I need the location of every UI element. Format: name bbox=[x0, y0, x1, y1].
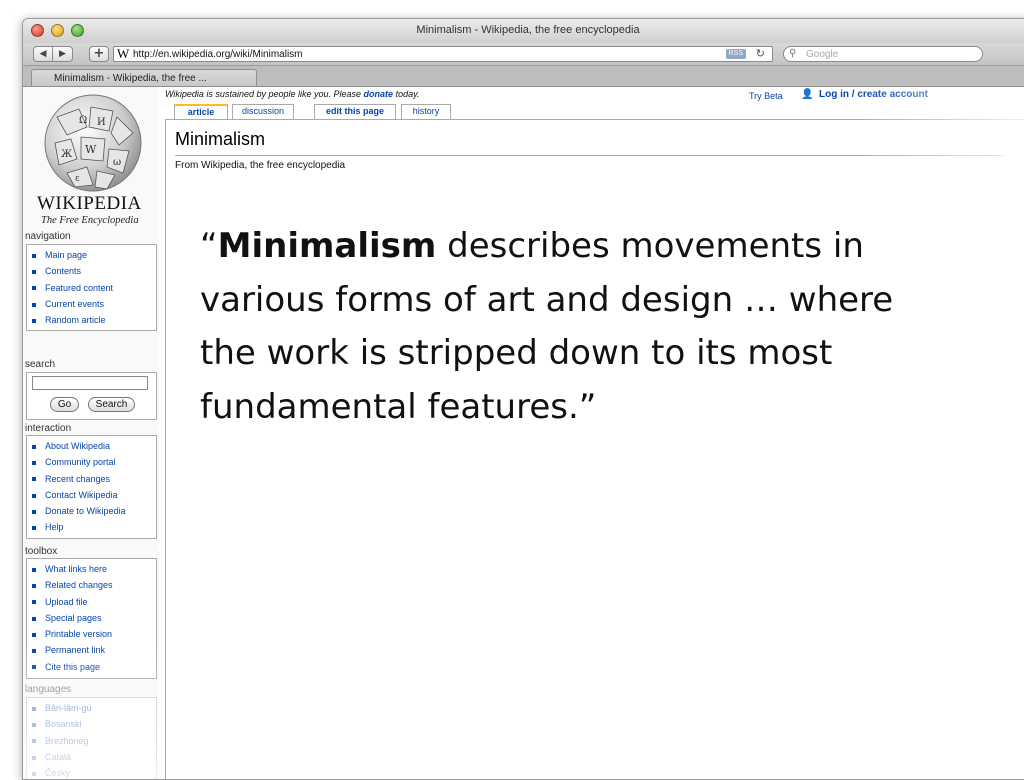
definition-quote: “Minimalism describes movements in vario… bbox=[200, 220, 920, 434]
svg-text:Ж: Ж bbox=[61, 149, 73, 160]
wiki-search-input[interactable] bbox=[32, 376, 148, 390]
language-link[interactable]: Bân-lâm-gú bbox=[32, 700, 156, 716]
community-portal-link[interactable]: Community portal bbox=[32, 454, 156, 470]
tab-history[interactable]: history bbox=[401, 104, 451, 119]
svg-text:ε: ε bbox=[75, 174, 80, 184]
language-link[interactable]: Bosanski bbox=[32, 716, 156, 732]
tab-edit-this-page[interactable]: edit this page bbox=[314, 104, 396, 119]
navigation-portlet: Main page Contents Featured content Curr… bbox=[26, 244, 157, 331]
nav-featured-content-link[interactable]: Featured content bbox=[32, 280, 156, 296]
tab-strip: Minimalism - Wikipedia, the free ... bbox=[23, 66, 1024, 87]
page-title: Minimalism bbox=[175, 129, 265, 149]
cite-this-page-link[interactable]: Cite this page bbox=[32, 659, 156, 675]
svg-text:Ω: Ω bbox=[79, 115, 87, 126]
navigation-heading: navigation bbox=[25, 231, 71, 242]
donation-notice: Wikipedia is sustained by people like yo… bbox=[165, 89, 419, 99]
page-subtitle: From Wikipedia, the free encyclopedia bbox=[175, 160, 346, 171]
contact-wikipedia-link[interactable]: Contact Wikipedia bbox=[32, 487, 156, 503]
title-divider bbox=[175, 155, 1003, 156]
forward-button[interactable]: ▶ bbox=[53, 46, 73, 62]
nav-random-article-link[interactable]: Random article bbox=[32, 312, 156, 328]
donation-notice-suffix: today. bbox=[393, 89, 420, 99]
language-link[interactable]: Brezhoneg bbox=[32, 733, 156, 749]
wikipedia-motto: The Free Encyclopedia bbox=[41, 215, 139, 226]
nav-main-page-link[interactable]: Main page bbox=[32, 247, 156, 263]
language-link[interactable]: Català bbox=[32, 749, 156, 765]
help-link[interactable]: Help bbox=[32, 519, 156, 535]
wikipedia-favicon-icon: W bbox=[117, 46, 130, 61]
url-text: http://en.wikipedia.org/wiki/Minimalism bbox=[133, 49, 303, 60]
go-button[interactable]: Go bbox=[50, 397, 79, 412]
svg-text:И: И bbox=[97, 117, 106, 128]
upload-file-link[interactable]: Upload file bbox=[32, 594, 156, 610]
nav-current-events-link[interactable]: Current events bbox=[32, 296, 156, 312]
browser-toolbar: ◀ ▶ + W http://en.wikipedia.org/wiki/Min… bbox=[23, 43, 1024, 66]
recent-changes-link[interactable]: Recent changes bbox=[32, 471, 156, 487]
article-body: Minimalism From Wikipedia, the free ency… bbox=[165, 119, 1024, 779]
magnifier-icon: ⚲ bbox=[789, 48, 797, 59]
reload-icon[interactable]: ↻ bbox=[756, 47, 765, 61]
special-pages-link[interactable]: Special pages bbox=[32, 610, 156, 626]
toolbox-heading: toolbox bbox=[25, 546, 58, 557]
donation-notice-prefix: Wikipedia is sustained by people like yo… bbox=[165, 89, 364, 99]
about-wikipedia-link[interactable]: About Wikipedia bbox=[32, 438, 156, 454]
wikipedia-wordmark: WIKIPEDIA bbox=[37, 193, 142, 214]
browser-window: Minimalism - Wikipedia, the free encyclo… bbox=[22, 18, 1024, 780]
interaction-portlet: About Wikipedia Community portal Recent … bbox=[26, 435, 157, 539]
sidebar: Ω И W Ж ω ε WIKIPEDIA The Free Encyclope… bbox=[23, 87, 159, 779]
page-content: Ω И W Ж ω ε WIKIPEDIA The Free Encyclope… bbox=[23, 87, 1024, 779]
donate-link[interactable]: donate bbox=[364, 89, 394, 99]
what-links-here-link[interactable]: What links here bbox=[32, 561, 156, 577]
add-bookmark-button[interactable]: + bbox=[89, 46, 109, 62]
permanent-link-link[interactable]: Permanent link bbox=[32, 642, 156, 658]
svg-text:ω: ω bbox=[113, 157, 121, 168]
user-icon: 👤 bbox=[801, 89, 814, 100]
forward-arrow-icon: ▶ bbox=[59, 49, 66, 59]
languages-heading: languages bbox=[25, 684, 72, 695]
search-heading: search bbox=[25, 359, 56, 370]
quote-term: Minimalism bbox=[217, 226, 437, 266]
window-title: Minimalism - Wikipedia, the free encyclo… bbox=[416, 24, 640, 36]
printable-version-link[interactable]: Printable version bbox=[32, 626, 156, 642]
plus-icon: + bbox=[93, 46, 105, 61]
nav-contents-link[interactable]: Contents bbox=[32, 263, 156, 279]
interaction-heading: interaction bbox=[25, 423, 72, 434]
title-bar: Minimalism - Wikipedia, the free encyclo… bbox=[23, 19, 1024, 43]
language-link[interactable]: Česky bbox=[32, 765, 156, 779]
try-beta-link[interactable]: Try Beta bbox=[749, 91, 783, 101]
toolbox-portlet: What links here Related changes Upload f… bbox=[26, 558, 157, 679]
rss-icon[interactable]: RSS bbox=[725, 49, 746, 59]
tab-discussion[interactable]: discussion bbox=[232, 104, 294, 119]
search-field[interactable]: ⚲ Google bbox=[783, 46, 983, 62]
quote-open-mark: “ bbox=[200, 226, 218, 266]
donate-to-wikipedia-link[interactable]: Donate to Wikipedia bbox=[32, 503, 156, 519]
login-link[interactable]: Log in / create account bbox=[819, 89, 928, 100]
related-changes-link[interactable]: Related changes bbox=[32, 577, 156, 593]
search-portlet: Go Search bbox=[26, 372, 157, 420]
search-button[interactable]: Search bbox=[88, 397, 135, 412]
tab-article[interactable]: article bbox=[174, 104, 228, 119]
search-placeholder: Google bbox=[806, 49, 839, 60]
back-arrow-icon: ◀ bbox=[39, 49, 47, 59]
back-button[interactable]: ◀ bbox=[33, 46, 53, 62]
svg-text:W: W bbox=[85, 143, 97, 156]
address-bar[interactable]: W http://en.wikipedia.org/wiki/Minimalis… bbox=[113, 46, 773, 62]
browser-tab[interactable]: Minimalism - Wikipedia, the free ... bbox=[31, 69, 257, 86]
